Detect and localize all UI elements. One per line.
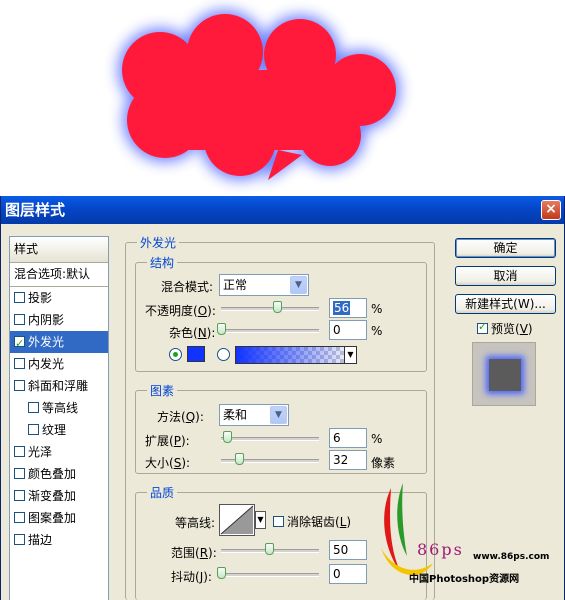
jitter-slider[interactable] xyxy=(221,573,319,577)
noise-label: 杂色(N): xyxy=(169,326,216,340)
styles-list: 样式 混合选项:默认 投影 内阴影 外发光 内发光 斜面和浮雕 等高线 纹理 光… xyxy=(9,236,109,600)
style-item-outer-glow[interactable]: 外发光 xyxy=(10,331,108,355)
chevron-down-icon: ▼ xyxy=(344,347,356,363)
checkbox-checked-icon[interactable] xyxy=(14,333,25,355)
style-item-bevel-emboss[interactable]: 斜面和浮雕 xyxy=(10,375,108,397)
style-item-inner-glow[interactable]: 内发光 xyxy=(10,353,108,375)
jitter-slider-thumb[interactable] xyxy=(217,567,226,579)
size-input[interactable]: 32 xyxy=(329,450,367,470)
checkbox-icon[interactable] xyxy=(14,358,25,369)
style-item-inner-shadow[interactable]: 内阴影 xyxy=(10,309,108,331)
noise-unit: % xyxy=(371,324,383,338)
size-slider-thumb[interactable] xyxy=(235,453,244,465)
watermark-logo-text: 86ps xyxy=(417,540,464,559)
checkbox-icon[interactable] xyxy=(14,380,25,391)
chevron-down-icon: ▼ xyxy=(290,276,307,294)
checkbox-icon[interactable] xyxy=(273,516,284,527)
glow-color-swatch[interactable] xyxy=(187,346,205,362)
size-label: 大小(S): xyxy=(145,456,191,470)
blend-mode-select[interactable]: 正常 ▼ xyxy=(219,274,309,296)
chevron-down-icon: ▼ xyxy=(255,511,266,529)
speech-bubble-shape xyxy=(118,10,400,182)
style-item-gradient-overlay[interactable]: 渐变叠加 xyxy=(10,485,108,507)
structure-title: 结构 xyxy=(147,254,178,271)
spread-slider[interactable] xyxy=(221,437,319,441)
size-unit: 像素 xyxy=(371,456,396,470)
watermark-site-name: 中国Photoshop资源网 xyxy=(409,574,520,585)
dialog-title: 图层样式 xyxy=(5,201,66,219)
ok-button[interactable]: 确定 xyxy=(455,238,556,258)
new-style-button[interactable]: 新建样式(W)... xyxy=(455,294,556,314)
opacity-slider[interactable] xyxy=(221,307,319,311)
elements-title: 图素 xyxy=(147,382,178,399)
style-item-pattern-overlay[interactable]: 图案叠加 xyxy=(10,507,108,529)
spread-input[interactable]: 6 xyxy=(329,428,367,448)
noise-slider[interactable] xyxy=(221,329,319,333)
checkbox-checked-icon[interactable] xyxy=(477,320,488,334)
range-label: 范围(R): xyxy=(171,546,217,560)
solid-color-radio[interactable] xyxy=(169,348,182,361)
styles-header[interactable]: 样式 xyxy=(10,237,108,263)
checkbox-icon[interactable] xyxy=(14,490,25,501)
range-slider-thumb[interactable] xyxy=(265,543,274,555)
style-item-drop-shadow[interactable]: 投影 xyxy=(10,287,108,309)
noise-input[interactable]: 0 xyxy=(329,320,367,340)
method-label: 方法(Q): xyxy=(157,410,204,424)
spread-label: 扩展(P): xyxy=(145,434,190,448)
gradient-radio[interactable] xyxy=(217,348,230,361)
style-item-satin[interactable]: 光泽 xyxy=(10,441,108,463)
checkbox-icon[interactable] xyxy=(14,314,25,325)
quality-title: 品质 xyxy=(147,484,178,501)
checkbox-icon[interactable] xyxy=(14,512,25,523)
preview-checkbox[interactable]: 预览(V) xyxy=(477,320,533,337)
checkbox-icon[interactable] xyxy=(28,402,39,413)
checkbox-icon[interactable] xyxy=(14,446,25,457)
watermark-url: www.86ps.com xyxy=(473,552,550,562)
layer-style-dialog: 图层样式 × 样式 混合选项:默认 投影 内阴影 外发光 内发光 斜面和浮雕 等… xyxy=(0,196,565,600)
checkbox-icon[interactable] xyxy=(14,468,25,479)
contour-picker[interactable]: ▼ xyxy=(219,504,266,536)
cancel-button[interactable]: 取消 xyxy=(455,266,556,286)
checkbox-icon[interactable] xyxy=(14,534,25,545)
style-item-texture[interactable]: 纹理 xyxy=(10,419,108,441)
checkbox-icon[interactable] xyxy=(14,292,25,303)
spread-slider-thumb[interactable] xyxy=(223,431,232,443)
blend-options-item[interactable]: 混合选项:默认 xyxy=(10,263,108,287)
opacity-input[interactable]: 56 xyxy=(329,298,367,318)
blend-mode-label: 混合模式: xyxy=(161,280,214,294)
opacity-slider-thumb[interactable] xyxy=(273,301,282,313)
style-item-color-overlay[interactable]: 颜色叠加 xyxy=(10,463,108,485)
opacity-label: 不透明度(O): xyxy=(145,304,216,318)
spread-unit: % xyxy=(371,432,383,446)
contour-label: 等高线: xyxy=(175,516,216,530)
noise-slider-thumb[interactable] xyxy=(217,323,226,335)
method-select[interactable]: 柔和 ▼ xyxy=(219,404,289,426)
jitter-label: 抖动(J): xyxy=(171,570,212,584)
canvas-preview xyxy=(0,0,565,196)
opacity-unit: % xyxy=(371,302,383,316)
anti-alias-checkbox[interactable]: 消除锯齿(L) xyxy=(273,513,351,530)
outer-glow-title: 外发光 xyxy=(137,234,180,251)
checkbox-icon[interactable] xyxy=(28,424,39,435)
style-preview-thumbnail xyxy=(472,342,536,406)
gradient-picker[interactable]: ▼ xyxy=(235,346,357,364)
chevron-down-icon: ▼ xyxy=(270,406,287,424)
style-item-contour[interactable]: 等高线 xyxy=(10,397,108,419)
close-icon[interactable]: × xyxy=(541,200,561,220)
watermark: 86ps www.86ps.com 中国Photoshop资源网 xyxy=(361,478,565,596)
contour-curve-icon xyxy=(220,505,254,535)
style-item-stroke[interactable]: 描边 xyxy=(10,529,108,551)
dialog-titlebar: 图层样式 × xyxy=(1,196,564,224)
